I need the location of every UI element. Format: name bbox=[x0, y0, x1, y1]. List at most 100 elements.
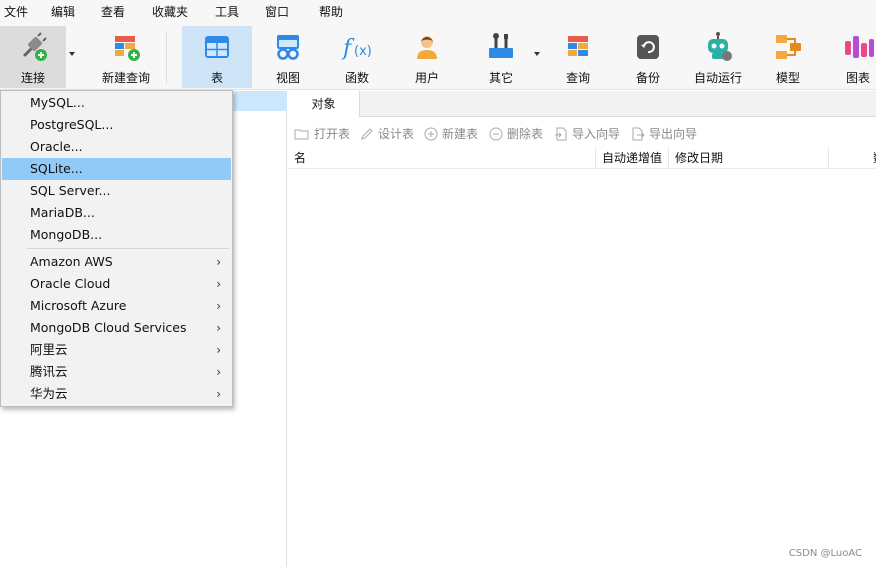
auto-run-button[interactable]: 自动运行 bbox=[686, 26, 750, 88]
import-icon bbox=[555, 127, 567, 140]
user-icon bbox=[411, 31, 443, 63]
new-table-label: 新建表 bbox=[442, 127, 479, 141]
backup-button[interactable]: 备份 bbox=[616, 26, 680, 88]
function-label: 函数 bbox=[344, 71, 369, 85]
connect-button[interactable]: 连接 bbox=[0, 26, 66, 88]
model-icon bbox=[772, 31, 804, 63]
menubar: 文件 编辑 查看 收藏夹 工具 窗口 帮助 bbox=[0, 0, 876, 24]
menu-window[interactable]: 窗口 bbox=[265, 0, 289, 24]
tab-objects[interactable]: 对象 bbox=[288, 91, 360, 117]
watermark: CSDN @LuoAC bbox=[788, 548, 862, 559]
menu-edit[interactable]: 编辑 bbox=[51, 0, 75, 24]
menu-item-microsoft-azure[interactable]: Microsoft Azure › bbox=[2, 295, 231, 317]
view-icon bbox=[272, 31, 304, 63]
other-dropdown-arrow-icon[interactable] bbox=[534, 52, 540, 56]
table-icon bbox=[201, 31, 233, 63]
connect-label: 连接 bbox=[20, 71, 45, 85]
menu-item-mariadb[interactable]: MariaDB... bbox=[2, 202, 231, 224]
menu-item-label: MongoDB Cloud Services bbox=[30, 320, 187, 335]
submenu-arrow-icon: › bbox=[216, 343, 221, 357]
table-button[interactable]: 表 bbox=[182, 26, 252, 88]
svg-text:(x): (x) bbox=[354, 44, 372, 59]
other-label: 其它 bbox=[488, 71, 513, 85]
menu-item-oracle-cloud[interactable]: Oracle Cloud › bbox=[2, 273, 231, 295]
chart-label: 图表 bbox=[845, 71, 870, 85]
connection-type-menu: MySQL... PostgreSQL... Oracle... SQLite.… bbox=[0, 90, 233, 407]
object-list-header: 名 自动递增值 修改日期 数 bbox=[288, 147, 876, 169]
query-button[interactable]: 查询 bbox=[546, 26, 610, 88]
tab-bar: 对象 bbox=[288, 91, 876, 117]
menu-item-label: Microsoft Azure bbox=[30, 298, 127, 313]
submenu-arrow-icon: › bbox=[216, 321, 221, 335]
new-query-label: 新建查询 bbox=[101, 71, 150, 85]
menu-item-sqlite[interactable]: SQLite... bbox=[2, 158, 231, 180]
menu-item-label: 阿里云 bbox=[30, 342, 68, 357]
backup-label: 备份 bbox=[635, 71, 660, 85]
import-wizard-button[interactable]: 导入向导 bbox=[554, 125, 620, 142]
menu-item-tencent-cloud[interactable]: 腾讯云 › bbox=[2, 361, 231, 383]
model-button[interactable]: 模型 bbox=[756, 26, 820, 88]
export-wizard-button[interactable]: 导出向导 bbox=[631, 125, 697, 142]
svg-text:f: f bbox=[341, 36, 355, 61]
column-header-auto-increment[interactable]: 自动递增值 bbox=[596, 147, 669, 169]
menu-item-mongodb[interactable]: MongoDB... bbox=[2, 224, 231, 246]
menu-item-postgresql[interactable]: PostgreSQL... bbox=[2, 114, 231, 136]
open-table-label: 打开表 bbox=[314, 127, 351, 141]
menu-separator bbox=[27, 248, 229, 249]
table-label: 表 bbox=[210, 71, 223, 85]
new-query-button[interactable]: 新建查询 bbox=[82, 26, 170, 88]
menu-help[interactable]: 帮助 bbox=[319, 0, 343, 24]
folder-open-icon bbox=[294, 129, 309, 139]
user-button[interactable]: 用户 bbox=[395, 26, 459, 88]
connect-dropdown-arrow-icon[interactable] bbox=[69, 52, 75, 56]
submenu-arrow-icon: › bbox=[216, 255, 221, 269]
function-icon: f (x) bbox=[341, 31, 373, 63]
import-wizard-label: 导入向导 bbox=[572, 127, 621, 141]
column-header-modified-date[interactable]: 修改日期 bbox=[669, 147, 829, 169]
submenu-arrow-icon: › bbox=[216, 299, 221, 313]
auto-run-label: 自动运行 bbox=[693, 71, 742, 85]
menu-item-sql-server[interactable]: SQL Server... bbox=[2, 180, 231, 202]
menu-item-aliyun[interactable]: 阿里云 › bbox=[2, 339, 231, 361]
delete-table-button[interactable]: 删除表 bbox=[489, 125, 543, 142]
menu-file[interactable]: 文件 bbox=[4, 0, 28, 24]
menu-tools[interactable]: 工具 bbox=[215, 0, 239, 24]
column-header-name[interactable]: 名 bbox=[288, 147, 596, 169]
query-label: 查询 bbox=[565, 71, 590, 85]
menu-item-label: 腾讯云 bbox=[30, 364, 68, 379]
column-header-rows[interactable]: 数 bbox=[829, 147, 876, 169]
object-toolbar: 打开表 设计表 新建表 删除表 导入向导 导出向导 bbox=[288, 123, 876, 145]
view-button[interactable]: 视图 bbox=[256, 26, 320, 88]
menu-item-huawei-cloud[interactable]: 华为云 › bbox=[2, 383, 231, 405]
query-icon bbox=[562, 31, 594, 63]
new-table-button[interactable]: 新建表 bbox=[424, 125, 478, 142]
other-button[interactable]: 其它 bbox=[468, 26, 534, 88]
pencil-icon bbox=[361, 127, 373, 140]
menu-item-label: Oracle Cloud bbox=[30, 276, 111, 291]
submenu-arrow-icon: › bbox=[216, 277, 221, 291]
design-table-button[interactable]: 设计表 bbox=[360, 125, 414, 142]
plug-icon bbox=[17, 31, 49, 63]
export-wizard-label: 导出向导 bbox=[649, 127, 698, 141]
view-label: 视图 bbox=[275, 71, 300, 85]
main-toolbar: 连接 新建查询 表 视图 f (x) 函数 用户 其它 查询 备份 自动运行 模… bbox=[0, 24, 876, 90]
model-label: 模型 bbox=[775, 71, 800, 85]
menu-favorites[interactable]: 收藏夹 bbox=[152, 0, 188, 24]
menu-view[interactable]: 查看 bbox=[101, 0, 125, 24]
function-button[interactable]: f (x) 函数 bbox=[325, 26, 389, 88]
user-label: 用户 bbox=[414, 71, 439, 85]
menu-item-mysql[interactable]: MySQL... bbox=[2, 92, 231, 114]
backup-icon bbox=[632, 31, 664, 63]
tools-icon bbox=[485, 31, 517, 63]
export-icon bbox=[632, 127, 645, 140]
chart-icon bbox=[842, 31, 874, 63]
menu-item-mongodb-cloud[interactable]: MongoDB Cloud Services › bbox=[2, 317, 231, 339]
delete-table-label: 删除表 bbox=[507, 127, 544, 141]
open-table-button[interactable]: 打开表 bbox=[294, 125, 350, 142]
toolbar-separator bbox=[166, 32, 167, 84]
chart-button[interactable]: 图表 bbox=[826, 26, 876, 88]
menu-item-oracle[interactable]: Oracle... bbox=[2, 136, 231, 158]
menu-item-amazon-aws[interactable]: Amazon AWS › bbox=[2, 251, 231, 273]
submenu-arrow-icon: › bbox=[216, 365, 221, 379]
plus-circle-icon bbox=[424, 127, 438, 140]
